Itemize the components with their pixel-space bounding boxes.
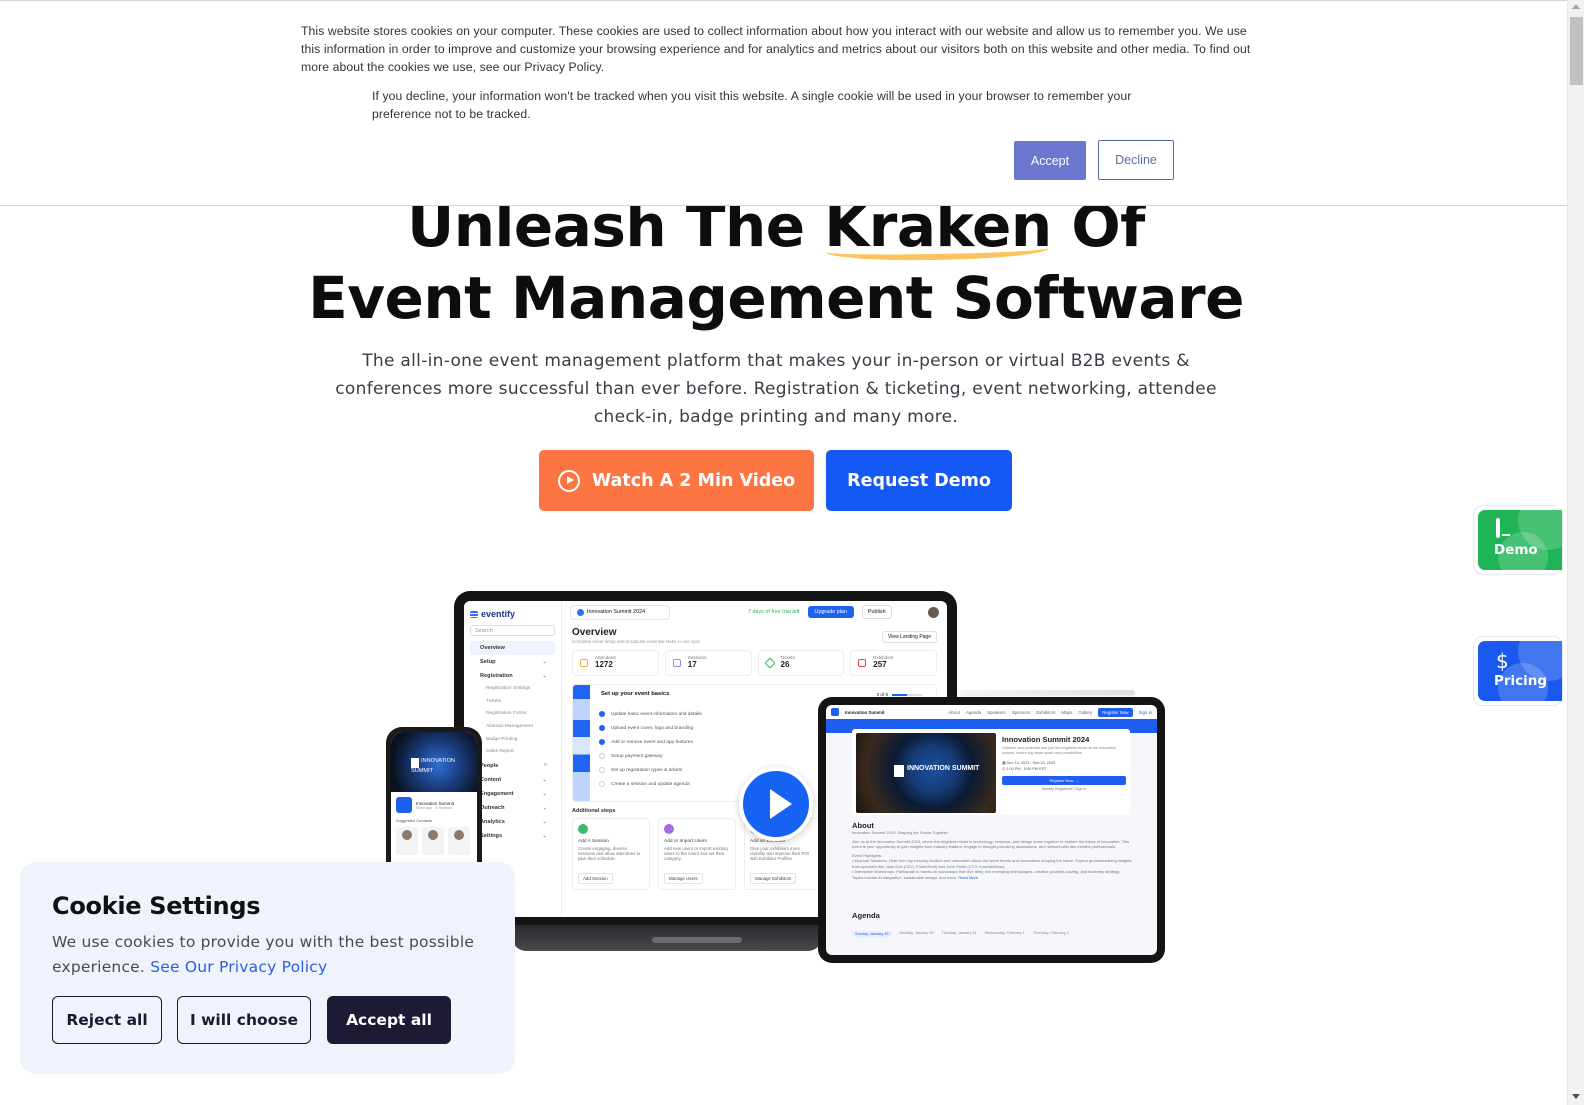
hero-title-line-2: Event Management Software: [308, 264, 1244, 332]
cookie-decline-button[interactable]: Decline: [1098, 140, 1174, 180]
event-selector: Innovation Summit 2024: [570, 604, 670, 620]
user-avatar: [928, 606, 939, 618]
nav-item: Settings ⌄: [480, 833, 547, 840]
stat-card: Tickets 26: [757, 650, 845, 676]
laptop-base: [512, 925, 822, 951]
nav-subitem: Tickets: [486, 698, 502, 704]
dollar-icon: $: [1496, 649, 1509, 673]
step-card: Add or Import Users Add new users or impo…: [658, 818, 736, 890]
nav-subitem: Registration Forms: [486, 711, 527, 717]
app-sidebar-nav: Overview Setup ⌄ Registration ⌄ Registrati…: [470, 641, 555, 843]
task-item: Update basic event information and detai…: [599, 711, 702, 717]
reject-all-button[interactable]: Reject all: [52, 996, 162, 1044]
stats-row: Attendees 1272 Sessions 17 Tickets 26 Exhib…: [572, 650, 937, 676]
accept-all-button[interactable]: Accept all: [327, 996, 451, 1044]
cookie-settings-text: We use cookies to provide you with the b…: [52, 933, 475, 976]
agenda-days: Sunday, January 29 Monday, January 30 Tu…: [852, 931, 1069, 937]
nav-item: Content ⌄: [480, 777, 547, 784]
nav-subitem: Badge Printing: [486, 736, 518, 742]
decor-pattern: [573, 685, 590, 801]
upgrade-plan-button: Upgrade plan: [807, 606, 854, 618]
nav-item: Registration ⌄: [480, 673, 547, 679]
nav-item: Analytics ⌄: [480, 819, 547, 826]
tablet-screen: Innovation Summit About Agenda Speakers …: [826, 705, 1157, 955]
task-item: Setup payment gateway: [599, 753, 662, 759]
nav-item: Outreach ⌄: [480, 805, 547, 812]
side-demo-label: Demo: [1494, 542, 1538, 558]
view-landing-page-button: View Landing Page: [882, 631, 937, 643]
watch-video-button[interactable]: Watch A 2 Min Video: [539, 450, 814, 511]
side-pricing-inner: $ Pricing: [1478, 641, 1562, 701]
step-card: Add A Session Create engaging, diverse se…: [572, 818, 650, 890]
phone-mockup: INNOVATION SUMMIT Innovation Summit Event…: [386, 727, 482, 877]
side-pricing-button[interactable]: $ Pricing: [1473, 636, 1563, 706]
scroll-thumb[interactable]: [1570, 17, 1583, 85]
event-cover-image: INNOVATION SUMMIT: [856, 733, 996, 813]
cookie-settings-title: Cookie Settings: [52, 892, 261, 920]
nav-item: Engagement ⌄: [480, 791, 547, 798]
scroll-up-arrow-icon[interactable]: [1572, 4, 1580, 9]
phone-hero-image: INNOVATION SUMMIT: [391, 732, 477, 792]
stat-card: Exhibitors 257: [850, 650, 937, 676]
nav-subitem: Abstract Management: [486, 724, 533, 730]
cookie-accept-button[interactable]: Accept: [1014, 141, 1086, 180]
cookie-banner-text: This website stores cookies on your comp…: [301, 24, 1251, 74]
side-pricing-label: Pricing: [1494, 673, 1548, 689]
eventify-logo: eventify: [470, 609, 555, 619]
request-demo-button[interactable]: Request Demo: [826, 450, 1012, 511]
phone-event-card: Innovation Summit Event app · 8 Sections: [391, 792, 477, 818]
app-search-input: Search: [470, 625, 555, 636]
agenda-title: Agenda: [852, 911, 880, 920]
stat-card: Sessions 17: [664, 650, 752, 676]
play-circle-icon: [557, 469, 580, 492]
site-logo-icon: [831, 708, 839, 716]
nav-item: Setup ⌄: [480, 659, 547, 665]
hero-subtitle: The all-in-one event management platform…: [335, 351, 1217, 427]
nav-item: People ^: [480, 763, 547, 770]
task-item: Upload event cover, logo and branding: [599, 725, 693, 731]
tablet-mockup: Innovation Summit About Agenda Speakers …: [818, 697, 1165, 963]
site-navbar: Innovation Summit About Agenda Speakers …: [826, 705, 1157, 719]
nav-item: Overview: [470, 641, 555, 655]
privacy-policy-link[interactable]: See Our Privacy Policy: [150, 958, 327, 976]
cookie-banner-decline-info: If you decline, your information won't b…: [372, 89, 1132, 121]
publish-button: Publish: [861, 605, 892, 619]
play-video-button[interactable]: [739, 767, 813, 841]
app-topbar: Innovation Summit 2024 7 days of free tr…: [562, 601, 947, 623]
choose-cookies-button[interactable]: I will choose: [177, 996, 311, 1044]
task-item: Add or remove event and app features: [599, 739, 693, 745]
scroll-down-arrow-icon[interactable]: [1572, 1094, 1580, 1099]
event-info: Innovation Summit 2024 Unleash your pote…: [1002, 735, 1126, 791]
monitor-icon: [1496, 518, 1500, 538]
stat-card: Attendees 1272: [572, 650, 659, 676]
trial-indicator: 7 days of free trial left: [748, 609, 800, 615]
phone-screen: INNOVATION SUMMIT Innovation Summit Event…: [391, 732, 477, 877]
eventify-logo-icon: [470, 610, 478, 618]
about-section: About Innovation Summit 2024: Shaping th…: [852, 821, 1132, 880]
nav-subitem: Registration Settings: [486, 686, 531, 691]
task-item: Create a session and update agenda: [599, 781, 690, 787]
stylus-pen: [960, 690, 1135, 695]
nav-subitem: Sales Report: [486, 749, 514, 755]
side-demo-inner: Demo: [1478, 510, 1562, 570]
side-demo-button[interactable]: Demo: [1473, 505, 1563, 575]
cookie-consent-banner: This website stores cookies on your comp…: [0, 0, 1567, 206]
watch-video-label: Watch A 2 Min Video: [591, 470, 796, 491]
setup-title: Set up your event basics: [601, 691, 670, 697]
task-item: Set up registration types & tickets: [599, 767, 682, 773]
page-scrollbar[interactable]: [1567, 0, 1584, 1105]
cookie-settings-dialog: Cookie Settings We use cookies to provid…: [20, 862, 515, 1074]
contacts-row: [391, 823, 477, 859]
event-hero-card: INNOVATION SUMMIT Innovation Summit 2024…: [852, 729, 1130, 815]
